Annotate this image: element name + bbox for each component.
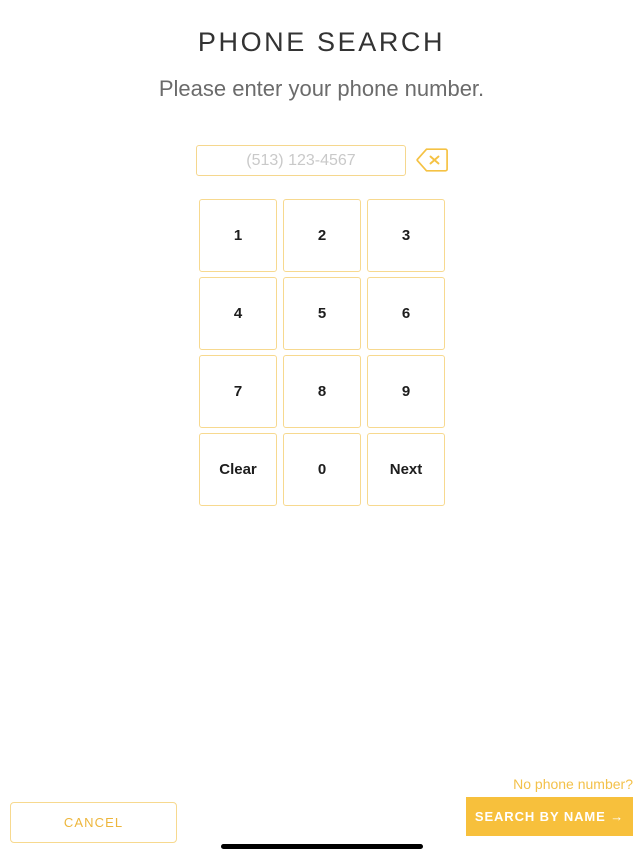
key-3[interactable]: 3: [367, 199, 445, 272]
key-4[interactable]: 4: [199, 277, 277, 350]
cancel-button[interactable]: CANCEL: [10, 802, 177, 843]
page-subtitle: Please enter your phone number.: [158, 76, 485, 101]
phone-number-input[interactable]: [196, 145, 406, 176]
key-2[interactable]: 2: [283, 199, 361, 272]
phone-input-row: [196, 145, 448, 176]
key-7[interactable]: 7: [199, 355, 277, 428]
search-by-name-button[interactable]: SEARCH BY NAME →: [466, 797, 633, 836]
key-clear[interactable]: Clear: [199, 433, 277, 506]
key-9[interactable]: 9: [367, 355, 445, 428]
backspace-button[interactable]: [416, 147, 448, 173]
no-phone-number-link[interactable]: No phone number?: [466, 775, 633, 793]
page-title: PHONE SEARCH: [197, 27, 446, 57]
key-0[interactable]: 0: [283, 433, 361, 506]
key-1[interactable]: 1: [199, 199, 277, 272]
key-6[interactable]: 6: [367, 277, 445, 350]
key-next[interactable]: Next: [367, 433, 445, 506]
backspace-x-icon: [416, 148, 448, 172]
key-5[interactable]: 5: [283, 277, 361, 350]
numeric-keypad: 1 2 3 4 5 6 7 8 9 Clear 0 Next: [199, 199, 445, 506]
key-8[interactable]: 8: [283, 355, 361, 428]
home-indicator: [221, 844, 423, 849]
